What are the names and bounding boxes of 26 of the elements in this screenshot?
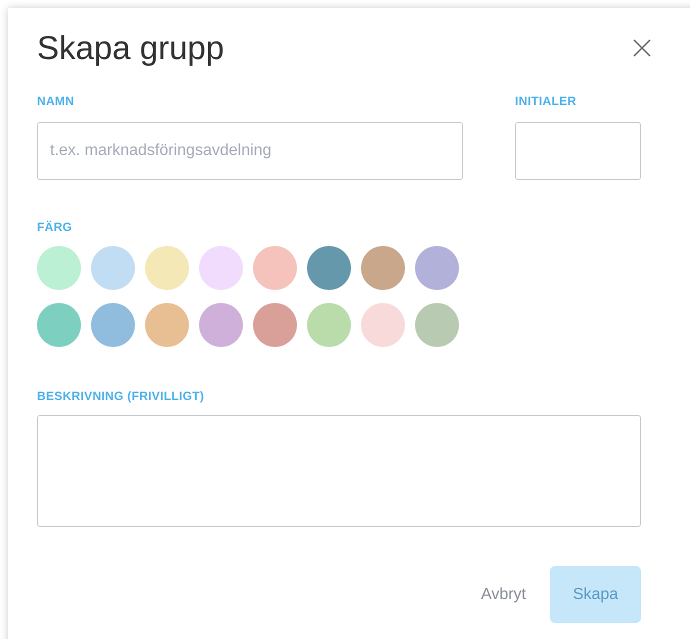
color-swatch[interactable] [253, 246, 297, 290]
field-label: NAMN [37, 93, 76, 110]
color-swatch[interactable] [37, 246, 81, 290]
color-swatch[interactable] [91, 303, 135, 347]
color-swatch[interactable] [91, 246, 135, 290]
color-swatch[interactable] [145, 246, 189, 290]
color-swatch[interactable] [415, 303, 459, 347]
color-swatch[interactable] [307, 246, 351, 290]
close-icon [633, 39, 651, 57]
color-swatch[interactable] [361, 246, 405, 290]
color-swatch[interactable] [253, 303, 297, 347]
dialog-title: Skapa grupp [37, 28, 224, 68]
name-field[interactable]: t.ex. marknadsföringsavdelning [37, 122, 463, 180]
field-label: INITIALER [515, 93, 578, 110]
cancel-button[interactable]: Avbryt [476, 574, 530, 614]
color-swatch[interactable] [145, 303, 189, 347]
field-label: FÄRG [37, 219, 74, 236]
color-swatch[interactable] [199, 303, 243, 347]
field-label: BESKRIVNING (FRIVILLIGT) [37, 388, 206, 405]
color-swatch[interactable] [37, 303, 81, 347]
color-swatch[interactable] [361, 303, 405, 347]
description-field[interactable] [37, 415, 641, 527]
initials-field[interactable] [515, 122, 641, 180]
color-swatch[interactable] [415, 246, 459, 290]
color-swatch[interactable] [199, 246, 243, 290]
color-swatch[interactable] [307, 303, 351, 347]
